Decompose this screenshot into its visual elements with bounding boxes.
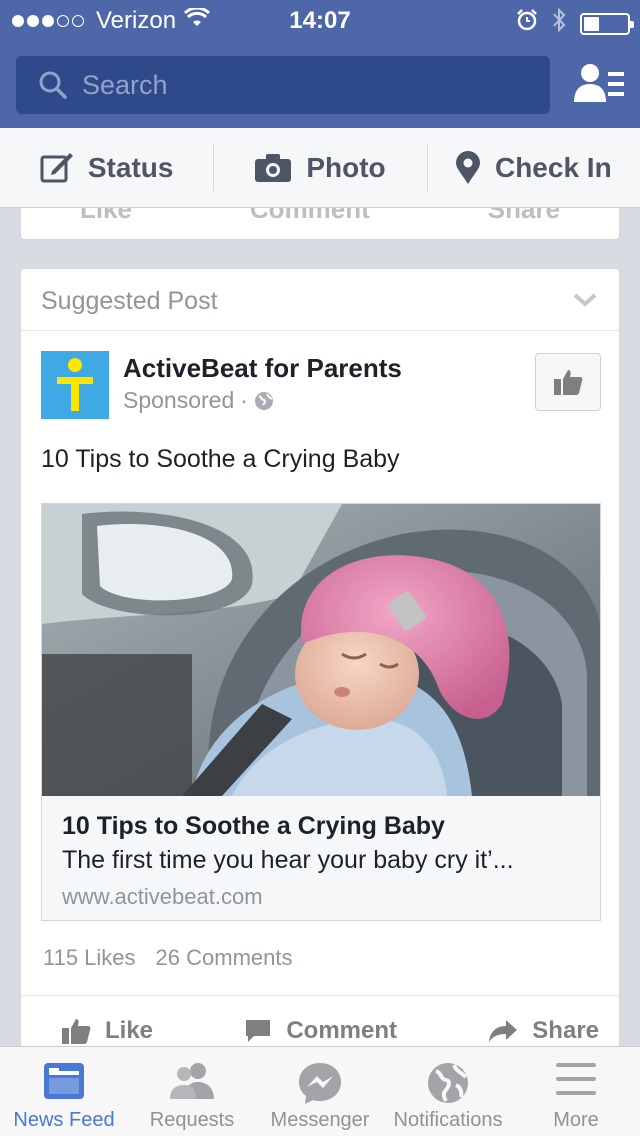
comment-button[interactable]: Comment bbox=[244, 1017, 397, 1045]
previous-post-card: Like Comment Share bbox=[20, 208, 620, 240]
post-engagement: 115 Likes 26 Comments bbox=[43, 945, 293, 971]
tab-bar: News Feed Requests Messenger Notificatio… bbox=[0, 1046, 640, 1136]
post-text: 10 Tips to Soothe a Crying Baby bbox=[41, 445, 400, 473]
sponsored-label: Sponsored bbox=[123, 387, 235, 413]
news-feed-icon bbox=[44, 1063, 84, 1099]
menu-icon bbox=[556, 1063, 596, 1095]
link-preview[interactable]: 10 Tips to Soothe a Crying Baby The firs… bbox=[41, 503, 601, 921]
battery-icon bbox=[580, 12, 634, 35]
bluetooth-icon bbox=[552, 7, 566, 39]
like-button[interactable]: Like bbox=[61, 1017, 153, 1045]
chevron-down-icon[interactable] bbox=[573, 293, 597, 312]
link-description: The first time you hear your baby cry it… bbox=[62, 846, 514, 874]
link-title: 10 Tips to Soothe a Crying Baby bbox=[62, 812, 445, 840]
thumbs-up-icon bbox=[554, 370, 583, 395]
share-label: Share bbox=[532, 1017, 599, 1044]
tab-label: Messenger bbox=[270, 1109, 370, 1131]
search-icon bbox=[39, 71, 67, 99]
tab-label: More bbox=[553, 1109, 599, 1131]
alarm-icon bbox=[516, 9, 538, 38]
tab-label: Notifications bbox=[393, 1109, 503, 1131]
tab-news-feed[interactable]: News Feed bbox=[0, 1047, 128, 1136]
share-button[interactable]: Share bbox=[488, 1017, 599, 1045]
link-url: www.activebeat.com bbox=[62, 884, 263, 909]
likes-count[interactable]: 115 Likes bbox=[43, 945, 136, 971]
search-input[interactable]: Search bbox=[16, 56, 550, 114]
like-label: Like bbox=[105, 1017, 154, 1044]
search-placeholder: Search bbox=[82, 69, 168, 100]
status-button[interactable]: Status bbox=[0, 128, 213, 207]
photo-button[interactable]: Photo bbox=[213, 128, 426, 207]
divider bbox=[21, 995, 619, 996]
suggested-post-label: Suggested Post bbox=[41, 287, 218, 315]
friends-list-icon[interactable] bbox=[574, 62, 626, 109]
tab-notifications[interactable]: Notifications bbox=[384, 1047, 512, 1136]
like-page-button[interactable] bbox=[535, 353, 601, 411]
tab-requests[interactable]: Requests bbox=[128, 1047, 256, 1136]
prev-like-button[interactable]: Like bbox=[80, 208, 132, 225]
check-in-button[interactable]: Check In bbox=[426, 128, 640, 207]
location-pin-icon bbox=[455, 150, 480, 184]
thumbs-up-icon bbox=[62, 1019, 91, 1044]
prev-share-button[interactable]: Share bbox=[488, 208, 560, 225]
comments-count[interactable]: 26 Comments bbox=[156, 945, 293, 971]
prev-comment-button[interactable]: Comment bbox=[250, 208, 370, 225]
page-header: ActiveBeat for Parents Sponsored · bbox=[41, 351, 601, 421]
page-name[interactable]: ActiveBeat for Parents bbox=[123, 353, 402, 384]
share-arrow-icon bbox=[489, 1020, 518, 1042]
messenger-icon bbox=[299, 1063, 341, 1104]
status-bar: Verizon 14:07 bbox=[0, 0, 640, 40]
link-image bbox=[42, 504, 600, 796]
composer-bar: Status Photo Check In bbox=[0, 128, 640, 208]
card-header: Suggested Post bbox=[21, 269, 619, 331]
camera-icon bbox=[255, 153, 292, 182]
status-label: Status bbox=[87, 151, 174, 183]
edit-icon bbox=[40, 152, 73, 182]
check-in-label: Check In bbox=[494, 151, 612, 183]
suggested-post-card: Suggested Post ActiveBeat for Parents Sp… bbox=[20, 268, 620, 1068]
globe-icon bbox=[254, 391, 273, 410]
meta-separator: · bbox=[240, 387, 248, 413]
page-logo[interactable] bbox=[41, 351, 109, 419]
post-actions: Like Comment Share bbox=[21, 1017, 619, 1045]
top-bar: Verizon 14:07 Search bbox=[0, 0, 640, 128]
tab-messenger[interactable]: Messenger bbox=[256, 1047, 384, 1136]
friend-requests-icon bbox=[170, 1063, 214, 1099]
globe-icon bbox=[428, 1063, 468, 1103]
comment-icon bbox=[246, 1020, 271, 1042]
tab-more[interactable]: More bbox=[512, 1047, 640, 1136]
post-meta: Sponsored · bbox=[123, 387, 274, 414]
comment-label: Comment bbox=[286, 1017, 397, 1044]
tab-label: Requests bbox=[149, 1109, 235, 1131]
photo-label: Photo bbox=[306, 151, 386, 183]
